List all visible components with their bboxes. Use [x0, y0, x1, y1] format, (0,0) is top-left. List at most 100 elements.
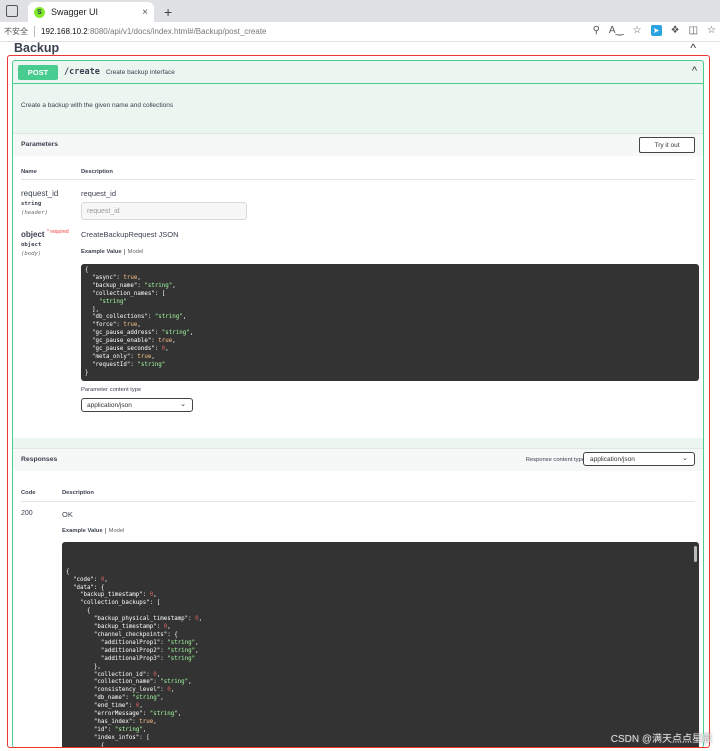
- body-code-token: "force":: [85, 322, 124, 329]
- operation-summary[interactable]: POST /create Create backup interface ^: [13, 61, 703, 84]
- security-indicator[interactable]: 不安全: [4, 26, 28, 37]
- body-code-line: "requestId": "string": [85, 362, 695, 370]
- response-code-token: "code":: [66, 576, 101, 583]
- new-tab-button[interactable]: +: [164, 2, 172, 22]
- body-code-line: "async": true,: [85, 275, 695, 283]
- response-code-token: ,: [142, 726, 147, 733]
- body-code-line: {: [85, 267, 695, 275]
- response-code-line: "data": {: [66, 585, 695, 593]
- body-code-token: "requestId":: [85, 361, 138, 368]
- chevron-down-icon: ⌄: [180, 401, 186, 408]
- body-example-code[interactable]: { "async": true, "backup_name": "string"…: [81, 264, 699, 381]
- highlight-frame: POST /create Create backup interface ^ C…: [7, 55, 710, 748]
- response-code-token: "backup_physical_timestamp":: [66, 616, 196, 623]
- response-code-token: "consistency_level":: [66, 687, 168, 694]
- response-code-token: "has_index":: [66, 718, 140, 725]
- response-code-token: "additionalProp3":: [66, 655, 168, 662]
- col-name-header: Name: [21, 169, 37, 175]
- try-it-out-button[interactable]: Try it out: [639, 137, 695, 153]
- responses-divider: [21, 501, 695, 502]
- response-code-token: true: [139, 718, 154, 725]
- param-in-request-id: (header): [21, 210, 48, 216]
- response-code-line: "consistency_level": 0,: [66, 687, 695, 695]
- section-collapse-icon[interactable]: ^: [690, 41, 696, 55]
- model-tab[interactable]: Model: [123, 249, 144, 255]
- address-bar[interactable]: 不安全 192.168.10.2:8080/api/v1/docs/index.…: [0, 22, 720, 42]
- response-model-tab[interactable]: Model: [104, 528, 125, 534]
- param-type-request-id: string: [21, 201, 42, 207]
- tab-close-icon[interactable]: ×: [142, 7, 148, 18]
- response-code-token: {: [66, 608, 91, 615]
- col-description-header: Description: [81, 169, 113, 175]
- response-code-token: "db_name":: [66, 695, 133, 702]
- parameter-content-type-label: Parameter content type: [81, 387, 142, 393]
- response-code-token: "backup_timestamp":: [66, 624, 164, 631]
- response-code-token: ,: [170, 687, 175, 694]
- response-code-line: "end_time": 0,: [66, 703, 695, 711]
- response-code-token: "string": [160, 679, 189, 686]
- response-content-type-select[interactable]: application/json ⌄: [583, 452, 695, 466]
- response-code-token: "collection_backups": [: [66, 600, 161, 607]
- response-content-type-label: Response content type: [525, 457, 585, 463]
- response-desc-ok: OK: [62, 510, 73, 519]
- response-code-token: ,: [167, 624, 171, 631]
- response-code-token: },: [66, 663, 101, 670]
- extensions-icon[interactable]: ❖: [671, 25, 680, 36]
- response-code-line: "backup_timestamp": 0,: [66, 592, 695, 600]
- body-code-token: "db_collections":: [85, 314, 155, 321]
- param-type-object: object: [21, 242, 42, 248]
- section-title-backup[interactable]: Backup: [14, 41, 59, 55]
- body-code-line: "gc_pause_enable": true,: [85, 338, 695, 346]
- code-scrollbar[interactable]: [694, 546, 697, 562]
- collections-icon[interactable]: ☆: [707, 25, 716, 36]
- zoom-icon[interactable]: ⚲: [593, 25, 600, 36]
- response-code-token: ,: [198, 616, 203, 623]
- chevron-down-icon: ⌄: [682, 455, 688, 462]
- response-example-value-tab[interactable]: Example Value: [62, 528, 103, 534]
- response-code-line: "channel_checkpoints": {: [66, 632, 695, 640]
- body-code-token: ,: [172, 338, 176, 345]
- response-code-token: ,: [188, 679, 192, 686]
- parameter-content-type-select[interactable]: application/json ⌄: [81, 398, 193, 412]
- response-code-token: "data": {: [66, 584, 105, 591]
- read-aloud-icon[interactable]: A‿: [609, 25, 624, 36]
- url-path[interactable]: :8080/api/v1/docs/index.html#/Backup/pos…: [88, 27, 267, 36]
- telegram-extension-icon[interactable]: ➤: [650, 25, 662, 36]
- response-code-token: "string": [114, 726, 143, 733]
- operation-collapse-icon[interactable]: ^: [692, 65, 697, 77]
- request-id-input[interactable]: request_id: [81, 202, 247, 220]
- response-code-token: "string": [167, 639, 196, 646]
- response-code-line: "collection_id": 0,: [66, 672, 695, 680]
- favorite-star-icon[interactable]: ☆: [633, 25, 642, 36]
- response-code-token: {: [66, 568, 70, 575]
- response-code-token: {: [66, 742, 105, 748]
- response-code-line: "collection_backups": [: [66, 600, 695, 608]
- response-example-code[interactable]: { "code": 0, "data": { "backup_timestamp…: [62, 542, 699, 748]
- tab-actions-icon[interactable]: [6, 5, 18, 17]
- body-code-token: true: [123, 274, 138, 281]
- url-host[interactable]: 192.168.10.2: [41, 27, 88, 36]
- response-code-token: "backup_timestamp":: [66, 592, 150, 599]
- body-code-token: true: [123, 322, 138, 329]
- body-code-token: "string": [161, 330, 190, 337]
- split-screen-icon[interactable]: ◫: [689, 25, 698, 36]
- browser-tab[interactable]: S Swagger UI ×: [28, 2, 154, 22]
- response-code-line: "additionalProp3": "string": [66, 656, 695, 664]
- response-code-token: "string": [149, 711, 178, 718]
- body-code-line: ],: [85, 307, 695, 315]
- operation-summary-text: Create backup interface: [105, 68, 175, 76]
- body-code-token: ],: [85, 306, 99, 313]
- response-code-token: "id":: [66, 726, 115, 733]
- responses-title: Responses: [21, 456, 58, 463]
- response-code-token: ,: [153, 592, 157, 599]
- body-code-token: ,: [137, 274, 141, 281]
- response-code-line: "backup_timestamp": 0,: [66, 624, 695, 632]
- table-divider: [21, 179, 695, 180]
- response-code-token: "index_infos": [: [66, 734, 150, 741]
- response-code-token: ,: [156, 671, 161, 678]
- response-code-token: "string": [167, 647, 196, 654]
- parameters-title: Parameters: [21, 141, 59, 148]
- body-code-line: "backup_name": "string",: [85, 283, 695, 291]
- response-content-type-value: application/json: [590, 455, 635, 463]
- example-value-tab[interactable]: Example Value: [81, 249, 122, 255]
